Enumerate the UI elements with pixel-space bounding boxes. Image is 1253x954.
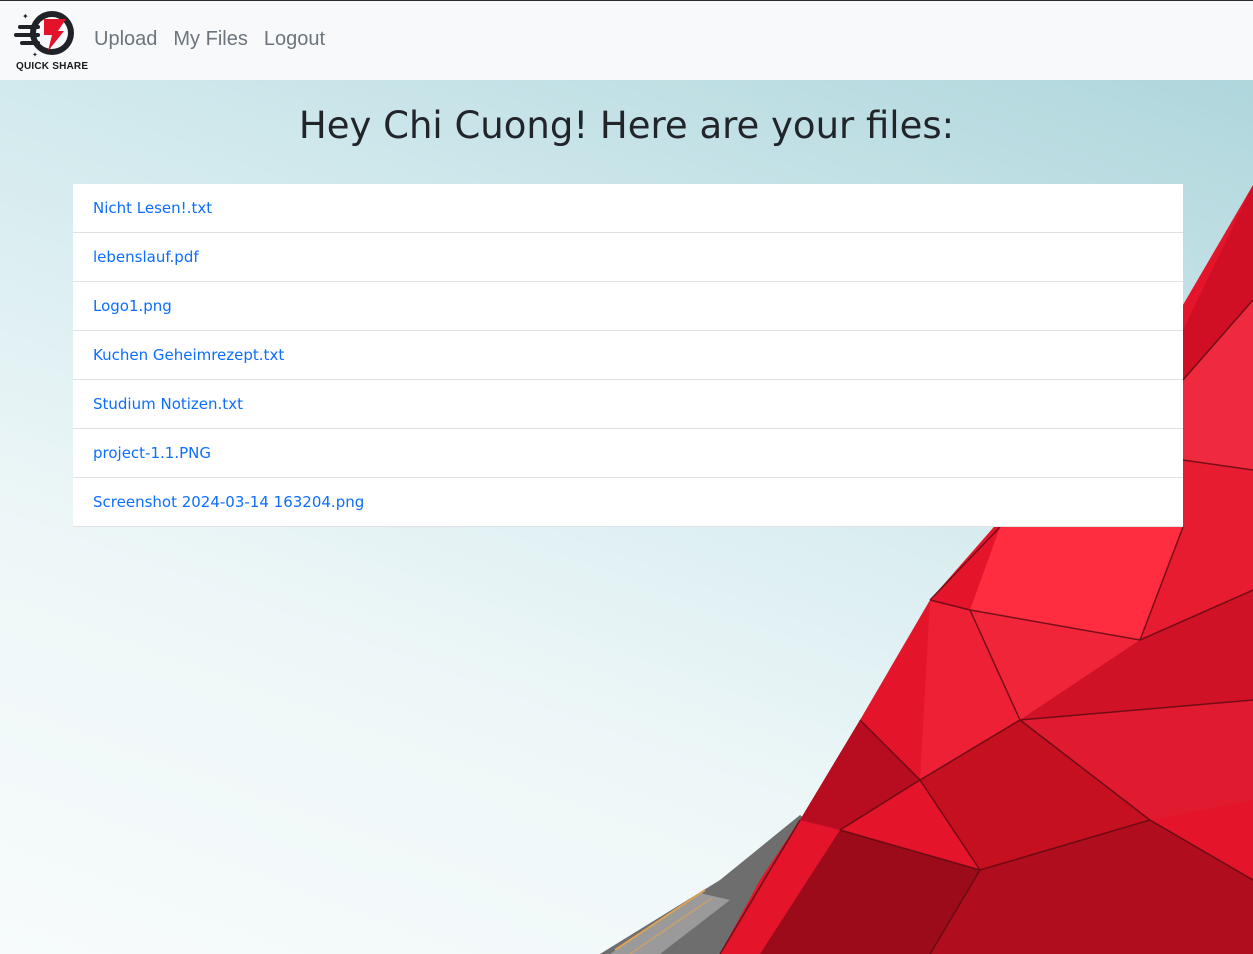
svg-text:✦: ✦ [22, 12, 29, 21]
file-link[interactable]: Screenshot 2024-03-14 163204.png [93, 493, 364, 511]
list-item: Screenshot 2024-03-14 163204.png [73, 478, 1183, 527]
nav-logout[interactable]: Logout [264, 28, 325, 51]
file-link[interactable]: project-1.1.PNG [93, 444, 211, 462]
file-link[interactable]: Studium Notizen.txt [93, 395, 243, 413]
list-item: lebenslauf.pdf [73, 233, 1183, 282]
list-item: project-1.1.PNG [73, 429, 1183, 478]
nav-links: Upload My Files Logout [94, 28, 325, 51]
nav-upload[interactable]: Upload [94, 28, 157, 51]
file-link[interactable]: Kuchen Geheimrezept.txt [93, 346, 284, 364]
list-item: Logo1.png [73, 282, 1183, 331]
file-list: Nicht Lesen!.txt lebenslauf.pdf Logo1.pn… [73, 184, 1183, 527]
list-item: Kuchen Geheimrezept.txt [73, 331, 1183, 380]
lightning-logo-icon: ✦ ✦ [14, 11, 74, 59]
brand-logo[interactable]: ✦ ✦ QUICK SHARE [14, 7, 88, 75]
file-link[interactable]: lebenslauf.pdf [93, 248, 199, 266]
list-item: Studium Notizen.txt [73, 380, 1183, 429]
page-title: Hey Chi Cuong! Here are your files: [298, 104, 955, 147]
brand-name: QUICK SHARE [16, 61, 89, 72]
file-link[interactable]: Logo1.png [93, 297, 172, 315]
top-navbar: ✦ ✦ QUICK SHARE Upload My Files Logout [0, 0, 1253, 80]
file-link[interactable]: Nicht Lesen!.txt [93, 199, 212, 217]
nav-my-files[interactable]: My Files [173, 28, 247, 51]
list-item: Nicht Lesen!.txt [73, 184, 1183, 233]
svg-text:✦: ✦ [32, 51, 38, 59]
